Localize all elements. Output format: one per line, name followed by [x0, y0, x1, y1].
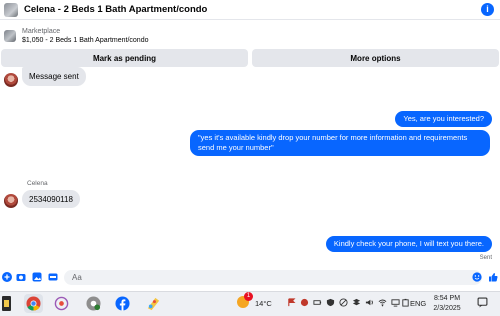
celena-avatar[interactable] [4, 194, 18, 208]
dropbox-icon[interactable] [352, 298, 361, 307]
message-bubble-incoming: 2534090118 [22, 190, 80, 208]
chrome-profile-icon [86, 296, 101, 311]
message-bubble-incoming: Message sent [22, 67, 86, 86]
plus-icon[interactable] [2, 272, 12, 282]
chrome-icon [26, 296, 41, 311]
battery-saver-icon[interactable] [313, 298, 322, 307]
listing-thumbnail[interactable] [4, 2, 18, 17]
mark-as-pending-button[interactable]: Mark as pending [1, 49, 248, 67]
flag-icon[interactable] [287, 298, 296, 307]
wifi-icon[interactable] [378, 298, 387, 307]
gif-icon[interactable] [48, 272, 58, 282]
marketplace-label: Marketplace [22, 27, 61, 35]
celena-avatar[interactable] [4, 73, 18, 87]
clock-time: 8:54 PM [433, 295, 461, 302]
facebook-taskbar-button[interactable] [113, 294, 132, 313]
image-icon[interactable] [32, 272, 42, 282]
listing-thumbnail-small [4, 29, 16, 42]
clock-date: 2/3/2025 [433, 305, 461, 312]
facebook-icon [115, 296, 130, 311]
volume-icon[interactable] [365, 298, 374, 307]
chrome-profile-taskbar-button[interactable] [84, 294, 103, 313]
paint-taskbar-button[interactable] [144, 294, 163, 313]
info-icon[interactable]: i [481, 3, 494, 16]
battery-icon[interactable] [401, 298, 410, 307]
security-icon[interactable] [326, 298, 335, 307]
network-icon[interactable] [391, 298, 400, 307]
marketplace-listing[interactable]: Marketplace $1,050 - 2 Beds 1 Bath Apart… [0, 22, 500, 49]
chrome-taskbar-button[interactable] [24, 294, 43, 313]
message-bubble-outgoing: "yes it's available kindly drop your num… [190, 130, 490, 156]
app-tray-icon[interactable] [300, 298, 309, 307]
conversation-title[interactable]: Celena - 2 Beds 1 Bath Apartment/condo [24, 4, 207, 15]
emoji-icon[interactable] [472, 272, 482, 282]
notification-badge: 1 [244, 292, 253, 301]
listing-actions: Mark as pending More options [0, 49, 500, 67]
paint-icon [147, 297, 160, 311]
input-language[interactable]: ENG [410, 299, 426, 308]
message-status: Sent [479, 255, 492, 261]
no-entry-icon[interactable] [339, 298, 348, 307]
like-icon[interactable] [488, 272, 498, 282]
message-input-box[interactable] [64, 270, 482, 285]
more-options-button[interactable]: More options [252, 49, 499, 67]
weather-temperature[interactable]: 14°C [255, 299, 272, 308]
message-bubble-outgoing: Yes, are you interested? [395, 111, 492, 127]
listing-summary: $1,050 - 2 Beds 1 Bath Apartment/condo [22, 36, 149, 44]
app-icon [54, 296, 69, 311]
sender-name: Celena [27, 180, 48, 187]
notification-center-icon[interactable] [477, 297, 488, 308]
system-clock[interactable]: 8:54 PM 2/3/2025 [433, 294, 461, 314]
message-bubble-outgoing: Kindly check your phone, I will text you… [325, 236, 492, 252]
conversation-header: Celena - 2 Beds 1 Bath Apartment/condo i [0, 0, 500, 20]
pinned-app-button[interactable] [52, 294, 71, 313]
camera-icon[interactable] [16, 272, 26, 282]
file-explorer-icon[interactable] [2, 296, 11, 311]
message-input[interactable] [72, 273, 462, 282]
